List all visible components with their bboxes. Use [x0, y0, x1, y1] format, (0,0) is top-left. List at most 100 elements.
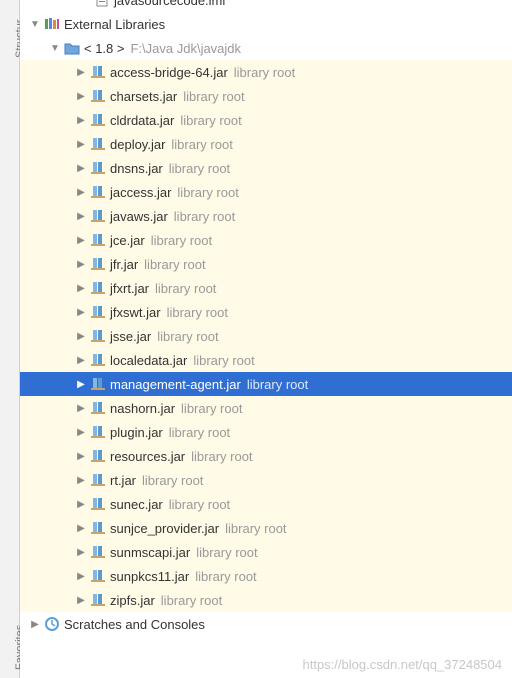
chevron-right-icon[interactable]: ▶	[74, 449, 88, 463]
tree-item-jar[interactable]: ▶ jfr.jar library root	[20, 252, 512, 276]
folder-icon	[64, 40, 80, 56]
chevron-right-icon[interactable]: ▶	[74, 113, 88, 127]
chevron-right-icon[interactable]: ▶	[74, 185, 88, 199]
chevron-right-icon[interactable]: ▶	[74, 569, 88, 583]
jar-label: jsse.jar	[110, 329, 151, 344]
tool-window-bar: Structur Favorites	[0, 0, 20, 678]
chevron-right-icon[interactable]: ▶	[74, 257, 88, 271]
tree-item-jar[interactable]: ▶ sunec.jar library root	[20, 492, 512, 516]
jar-icon	[90, 328, 106, 344]
tree-item-jar[interactable]: ▶rt.jarlibrary root	[20, 468, 512, 492]
tree-item-external-libraries[interactable]: ▼ External Libraries	[20, 12, 512, 36]
jar-label: jfxrt.jar	[110, 281, 149, 296]
jar-icon	[90, 400, 106, 416]
tree-item-jar[interactable]: ▶sunmscapi.jarlibrary root	[20, 540, 512, 564]
chevron-right-icon[interactable]: ▶	[74, 161, 88, 175]
jar-icon	[90, 520, 106, 536]
chevron-right-icon[interactable]: ▶	[74, 401, 88, 415]
jar-label: resources.jar	[110, 449, 185, 464]
chevron-right-icon[interactable]: ▶	[74, 329, 88, 343]
tree-item-jar[interactable]: ▶plugin.jarlibrary root	[20, 420, 512, 444]
libraries-icon	[44, 16, 60, 32]
tree-item-jar[interactable]: ▶dnsns.jarlibrary root	[20, 156, 512, 180]
tree-item-jar[interactable]: ▶jce.jarlibrary root	[20, 228, 512, 252]
tree-item-jar[interactable]: ▶localedata.jarlibrary root	[20, 348, 512, 372]
jar-label: zipfs.jar	[110, 593, 155, 608]
jar-icon	[90, 448, 106, 464]
library-root-label: library root	[171, 137, 232, 152]
chevron-right-icon[interactable]: ▶	[74, 593, 88, 607]
jar-icon	[90, 256, 106, 272]
chevron-right-icon[interactable]: ▶	[74, 425, 88, 439]
jar-label: localedata.jar	[110, 353, 187, 368]
jar-label: plugin.jar	[110, 425, 163, 440]
tree-item-jar[interactable]: ▶access-bridge-64.jarlibrary root	[20, 60, 512, 84]
library-root-label: library root	[157, 329, 218, 344]
library-root-label: library root	[144, 257, 205, 272]
library-root-label: library root	[151, 233, 212, 248]
jar-icon	[90, 280, 106, 296]
tree-item-jar[interactable]: ▶sunjce_provider.jarlibrary root	[20, 516, 512, 540]
library-root-label: library root	[181, 401, 242, 416]
library-root-label: library root	[177, 185, 238, 200]
jar-label: nashorn.jar	[110, 401, 175, 416]
library-root-label: library root	[169, 497, 230, 512]
jar-label: access-bridge-64.jar	[110, 65, 228, 80]
chevron-down-icon[interactable]: ▼	[48, 41, 62, 55]
library-root-label: library root	[196, 545, 257, 560]
jar-label: jaccess.jar	[110, 185, 171, 200]
chevron-right-icon[interactable]: ▶	[74, 521, 88, 535]
tree-item-file[interactable]: ▶ javasourcecode.iml	[20, 0, 512, 12]
tree-item-jar[interactable]: ▶management-agent.jarlibrary root	[20, 372, 512, 396]
tree-item-jar[interactable]: ▶charsets.jarlibrary root	[20, 84, 512, 108]
chevron-right-icon[interactable]: ▶	[74, 281, 88, 295]
chevron-right-icon[interactable]: ▶	[74, 497, 88, 511]
library-root-label: library root	[167, 305, 228, 320]
jar-icon	[90, 472, 106, 488]
jar-label: jfxswt.jar	[110, 305, 161, 320]
chevron-right-icon[interactable]: ▶	[74, 65, 88, 79]
chevron-right-icon[interactable]: ▶	[74, 137, 88, 151]
jar-label: sunec.jar	[110, 497, 163, 512]
chevron-right-icon[interactable]: ▶	[74, 233, 88, 247]
jar-label: jfr.jar	[110, 257, 138, 272]
library-root-label: library root	[225, 521, 286, 536]
jar-icon	[90, 544, 106, 560]
tree-item-jar[interactable]: ▶sunpkcs11.jarlibrary root	[20, 564, 512, 588]
file-icon	[94, 0, 110, 8]
tree-item-jar[interactable]: ▶javaws.jarlibrary root	[20, 204, 512, 228]
chevron-right-icon[interactable]: ▶	[74, 473, 88, 487]
tree-item-jar[interactable]: ▶ jsse.jar library root	[20, 324, 512, 348]
tree-item-jar[interactable]: ▶cldrdata.jarlibrary root	[20, 108, 512, 132]
chevron-right-icon[interactable]: ▶	[74, 377, 88, 391]
jar-icon	[90, 592, 106, 608]
scratches-label: Scratches and Consoles	[64, 617, 205, 632]
project-tree: ▶ javasourcecode.iml ▼ External Librarie…	[20, 0, 512, 678]
jar-icon	[90, 160, 106, 176]
jar-label: javaws.jar	[110, 209, 168, 224]
jar-label: charsets.jar	[110, 89, 177, 104]
scratch-icon	[44, 616, 60, 632]
jar-icon	[90, 112, 106, 128]
chevron-down-icon[interactable]: ▼	[28, 17, 42, 31]
chevron-right-icon[interactable]: ▶	[74, 353, 88, 367]
tree-item-jar[interactable]: ▶ jaccess.jar library root	[20, 180, 512, 204]
tree-item-jar[interactable]: ▶zipfs.jarlibrary root	[20, 588, 512, 612]
chevron-right-icon[interactable]: ▶	[28, 617, 42, 631]
tree-item-jar[interactable]: ▶ deploy.jar library root	[20, 132, 512, 156]
tree-item-jdk[interactable]: ▼ < 1.8 > F:\Java Jdk\javajdk	[20, 36, 512, 60]
chevron-right-icon[interactable]: ▶	[74, 209, 88, 223]
tree-item-jar[interactable]: ▶resources.jarlibrary root	[20, 444, 512, 468]
chevron-right-icon[interactable]: ▶	[74, 545, 88, 559]
tree-item-jar[interactable]: ▶ jfxswt.jar library root	[20, 300, 512, 324]
jar-icon	[90, 136, 106, 152]
jar-icon	[90, 568, 106, 584]
jar-icon	[90, 304, 106, 320]
tree-item-scratches[interactable]: ▶ Scratches and Consoles	[20, 612, 512, 636]
jar-label: deploy.jar	[110, 137, 165, 152]
tree-item-jar[interactable]: ▶ nashorn.jar library root	[20, 396, 512, 420]
chevron-right-icon[interactable]: ▶	[74, 89, 88, 103]
jar-label: rt.jar	[110, 473, 136, 488]
chevron-right-icon[interactable]: ▶	[74, 305, 88, 319]
tree-item-jar[interactable]: ▶jfxrt.jarlibrary root	[20, 276, 512, 300]
